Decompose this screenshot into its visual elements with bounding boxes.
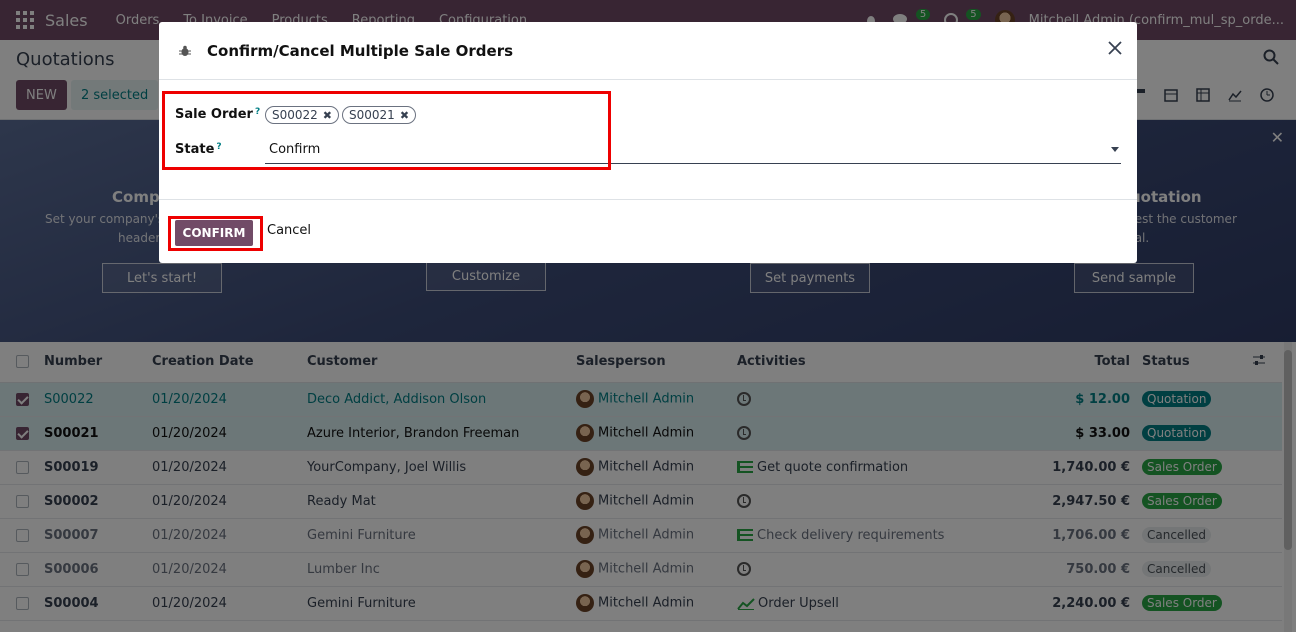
cancel-button[interactable]: Cancel bbox=[267, 223, 311, 238]
dialog-header: Confirm/Cancel Multiple Sale Orders bbox=[159, 22, 1137, 80]
bug-icon bbox=[179, 45, 191, 56]
highlight-box bbox=[162, 91, 611, 170]
close-icon[interactable] bbox=[1107, 40, 1123, 56]
dialog-title: Confirm/Cancel Multiple Sale Orders bbox=[207, 41, 514, 60]
confirm-cancel-dialog: Confirm/Cancel Multiple Sale Orders Sale… bbox=[159, 22, 1137, 263]
chevron-down-icon bbox=[1111, 147, 1119, 152]
confirm-button[interactable]: CONFIRM bbox=[175, 220, 253, 246]
